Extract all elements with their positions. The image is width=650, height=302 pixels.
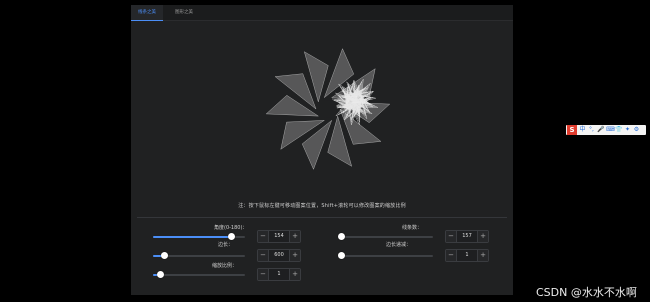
side-value[interactable]: 600 <box>269 250 289 261</box>
usage-hint: 注：按下鼠标左键可移动图案位置，Shift+滚轮可以修改图案的缩放比例 <box>238 203 406 209</box>
increment-button[interactable]: + <box>477 250 488 261</box>
tab-shape-beauty[interactable]: 图形之美 <box>168 5 200 20</box>
slider-thumb[interactable] <box>337 252 345 259</box>
lines-stepper[interactable]: − 157 + <box>445 230 489 243</box>
tab-bar: 线条之美 图形之美 <box>131 5 513 21</box>
main-panel: 线条之美 图形之美 注：按下鼠标左键可移动图案位置，Shift+滚轮可以修改图案… <box>131 5 513 295</box>
angle-label: 角度(0-180)： <box>214 225 248 231</box>
skin-icon[interactable]: 👕 <box>615 126 622 134</box>
increment-button[interactable]: + <box>289 250 300 261</box>
increment-button[interactable]: + <box>289 231 300 242</box>
slider-track <box>341 255 433 257</box>
slider-thumb[interactable] <box>156 271 164 278</box>
decrement-button[interactable]: − <box>258 231 269 242</box>
scale-stepper[interactable]: − 1 + <box>257 268 301 281</box>
csdn-watermark: CSDN @水水不水啊 <box>536 286 637 299</box>
chinese-mode-icon[interactable]: 中 <box>579 126 586 134</box>
keyboard-icon[interactable]: ⌨ <box>606 126 615 134</box>
drawing-canvas[interactable] <box>131 21 513 197</box>
slider-fill <box>153 236 232 238</box>
sogou-logo-icon[interactable]: S <box>567 125 577 135</box>
side-rate-value[interactable]: 1 <box>457 250 477 261</box>
decrement-button[interactable]: − <box>446 231 457 242</box>
punctuation-icon[interactable]: °, <box>588 126 595 134</box>
side-label: 边长： <box>218 242 234 248</box>
line-pattern <box>265 48 391 170</box>
slider-thumb[interactable] <box>337 233 345 240</box>
slider-track <box>153 274 245 276</box>
slider-thumb[interactable] <box>228 233 236 240</box>
scale-label: 缩放比例： <box>212 263 238 269</box>
decrement-button[interactable]: − <box>258 269 269 280</box>
side-rate-label: 边长递减： <box>386 242 412 248</box>
settings-icon[interactable]: ⚙ <box>633 126 640 134</box>
scale-value[interactable]: 1 <box>269 269 289 280</box>
toolbox-icon[interactable]: ✦ <box>624 126 631 134</box>
slider-track <box>341 236 433 238</box>
microphone-icon[interactable]: 🎤 <box>597 126 604 134</box>
side-stepper[interactable]: − 600 + <box>257 249 301 262</box>
lines-label: 线条数： <box>402 225 423 231</box>
decrement-button[interactable]: − <box>446 250 457 261</box>
increment-button[interactable]: + <box>289 269 300 280</box>
side-rate-stepper[interactable]: − 1 + <box>445 249 489 262</box>
increment-button[interactable]: + <box>477 231 488 242</box>
decrement-button[interactable]: − <box>258 250 269 261</box>
side-rate-slider[interactable] <box>337 251 433 261</box>
side-slider[interactable] <box>153 251 245 261</box>
pattern-center <box>319 100 337 118</box>
tab-line-beauty[interactable]: 线条之美 <box>131 5 163 21</box>
divider <box>137 217 507 218</box>
slider-thumb[interactable] <box>160 252 168 259</box>
lines-value[interactable]: 157 <box>457 231 477 242</box>
ime-toolbar: S 中 °, 🎤 ⌨ 👕 ✦ ⚙ <box>566 125 646 135</box>
scale-slider[interactable] <box>153 270 245 280</box>
angle-stepper[interactable]: − 154 + <box>257 230 301 243</box>
angle-value[interactable]: 154 <box>269 231 289 242</box>
